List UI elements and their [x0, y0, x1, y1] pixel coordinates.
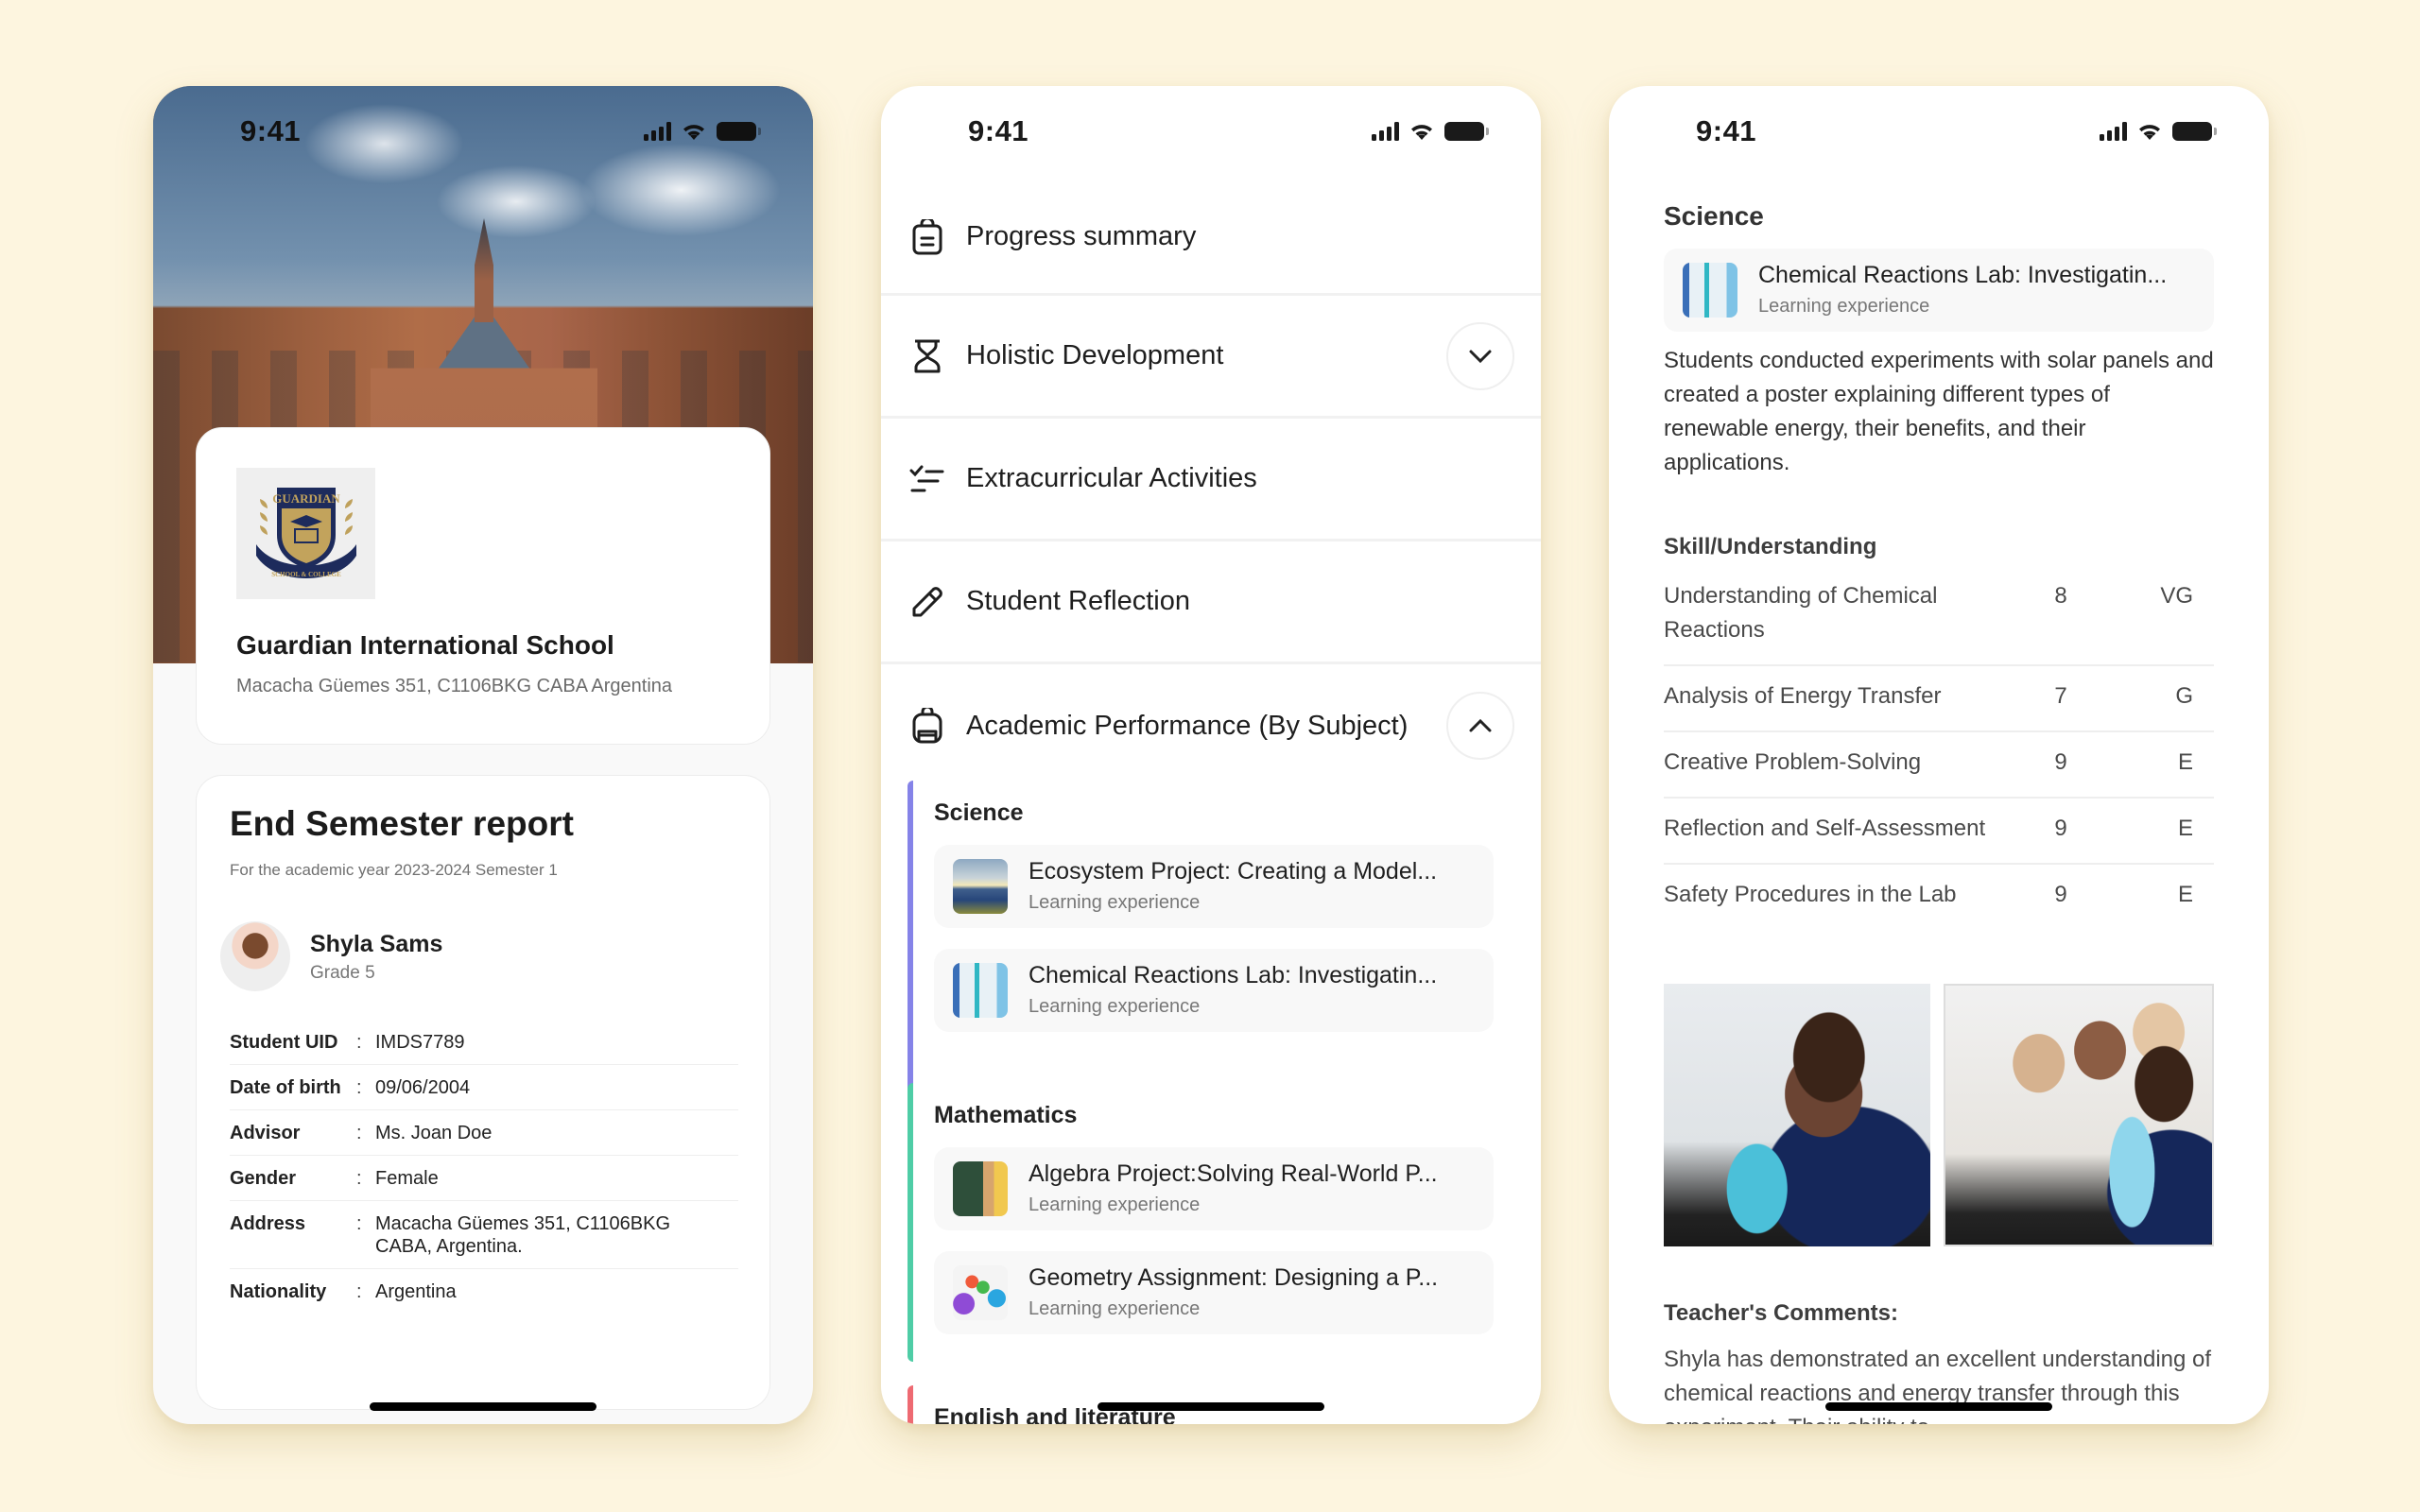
chemistry-lab-thumbnail: [953, 963, 1008, 1018]
student-name: Shyla Sams: [310, 931, 443, 957]
subject-title: Mathematics: [934, 1102, 1078, 1128]
signal-icon: [2100, 122, 2127, 141]
info-row-address: Address : Macacha Güemes 351, C1106BKG C…: [230, 1201, 738, 1269]
menu-item-holistic-development[interactable]: Holistic Development: [881, 296, 1541, 419]
collapse-academic-button[interactable]: [1446, 692, 1514, 760]
skills-table: Understanding of Chemical Reactions 8 VG…: [1664, 579, 2214, 929]
subject-color-bar: [908, 1083, 913, 1362]
teacher-comments-text: Shyla has demonstrated an excellent unde…: [1664, 1347, 2212, 1424]
chevron-up-icon: [1469, 718, 1492, 732]
skills-heading: Skill/Understanding: [1664, 534, 1877, 559]
algebra-thumbnail: [953, 1161, 1008, 1216]
signal-icon: [1372, 122, 1399, 141]
menu-item-extracurricular[interactable]: Extracurricular Activities: [881, 419, 1541, 541]
svg-text:GUARDIAN: GUARDIAN: [272, 491, 340, 506]
status-bar: 9:41: [1609, 86, 2269, 180]
home-indicator[interactable]: [1098, 1402, 1324, 1411]
subject-title: Science: [934, 799, 1024, 826]
report-subtitle: For the academic year 2023-2024 Semester…: [230, 861, 558, 879]
hourglass-icon: [909, 338, 945, 374]
info-row-gender: Gender : Female: [230, 1156, 738, 1201]
report-card: End Semester report For the academic yea…: [196, 775, 770, 1410]
skill-row: Creative Problem-Solving 9 E: [1664, 732, 2214, 799]
menu-item-progress-summary[interactable]: Progress summary: [881, 180, 1541, 296]
info-row-student-uid: Student UID : IMDS7789: [230, 1020, 738, 1065]
student-avatar: [220, 921, 290, 991]
status-time: 9:41: [240, 114, 302, 147]
clipboard-icon: [909, 218, 945, 255]
info-row-nationality: Nationality : Argentina: [230, 1281, 457, 1302]
ecosystem-thumbnail: [953, 859, 1008, 914]
menu-item-student-reflection[interactable]: Student Reflection: [881, 541, 1541, 664]
home-indicator[interactable]: [1825, 1402, 2052, 1411]
skill-row: Analysis of Energy Transfer 7 G: [1664, 666, 2214, 732]
expand-holistic-button[interactable]: [1446, 321, 1514, 390]
section-title: Science: [1664, 201, 1764, 231]
teacher-comments-heading: Teacher's Comments:: [1664, 1300, 1899, 1326]
learning-experience-card[interactable]: Chemical Reactions Lab: Investigatin... …: [934, 949, 1494, 1032]
subject-science: Science Ecosystem Project: Creating a Mo…: [908, 781, 1512, 1125]
battery-icon: [717, 122, 761, 141]
status-time: 9:41: [1696, 114, 1757, 147]
report-section-menu: Progress summary Holistic Development Ex…: [881, 180, 1541, 787]
phone-subject-detail: 9:41 Science Chemical Reactions Lab: Inv…: [1609, 86, 2269, 1424]
subject-color-bar: [908, 781, 913, 1125]
school-logo: GUARDIAN SCHOOL & COLLEGE: [236, 468, 375, 599]
status-bar: 9:41: [881, 86, 1541, 180]
signal-icon: [644, 122, 671, 141]
status-bar: 9:41: [153, 86, 813, 180]
pencil-icon: [909, 584, 945, 620]
svg-text:SCHOOL & COLLEGE: SCHOOL & COLLEGE: [271, 571, 341, 578]
geometry-thumbnail: [953, 1265, 1008, 1320]
status-time: 9:41: [968, 114, 1029, 147]
skill-row: Understanding of Chemical Reactions 8 VG: [1664, 579, 2214, 666]
school-card: GUARDIAN SCHOOL & COLLEGE Guardian Inter…: [196, 427, 770, 745]
learning-experience-card[interactable]: Ecosystem Project: Creating a Model... L…: [934, 845, 1494, 928]
experiment-photo[interactable]: [1944, 984, 2214, 1246]
subject-color-bar: [908, 1385, 913, 1424]
learning-experience-card[interactable]: Geometry Assignment: Designing a P... Le…: [934, 1251, 1494, 1334]
home-indicator[interactable]: [370, 1402, 596, 1411]
crest-icon: GUARDIAN SCHOOL & COLLEGE: [255, 487, 356, 578]
experience-description: Students conducted experiments with sola…: [1664, 348, 2214, 475]
school-name: Guardian International School: [236, 630, 614, 660]
chemistry-lab-thumbnail: [1683, 263, 1737, 318]
student-grade: Grade 5: [310, 963, 375, 983]
backpack-icon: [909, 708, 945, 744]
experiment-photo[interactable]: [1664, 984, 1930, 1246]
report-title: End Semester report: [230, 804, 574, 843]
battery-icon: [1444, 122, 1489, 141]
learning-experience-card[interactable]: Chemical Reactions Lab: Investigatin... …: [1664, 249, 2214, 332]
info-row-date-of-birth: Date of birth : 09/06/2004: [230, 1065, 738, 1110]
phone-report-sections: 9:41 Progress summary Holistic Developme…: [881, 86, 1541, 1424]
battery-icon: [2172, 122, 2217, 141]
subject-mathematics: Mathematics Algebra Project:Solving Real…: [908, 1083, 1512, 1362]
experience-photos: [1664, 984, 2214, 1246]
phone-school-report: 9:41 GUARDIAN SCHOOL & COLLEGE Guardian …: [153, 86, 813, 1424]
wifi-icon: [2139, 125, 2160, 140]
student-info-table: Student UID : IMDS7789 Date of birth : 0…: [230, 1020, 738, 1314]
wifi-icon: [1411, 125, 1432, 140]
skill-row: Reflection and Self-Assessment 9 E: [1664, 799, 2214, 865]
chevron-down-icon: [1469, 350, 1492, 363]
menu-item-academic-performance[interactable]: Academic Performance (By Subject): [881, 664, 1541, 787]
checklist-icon: [909, 461, 945, 497]
info-row-advisor: Advisor : Ms. Joan Doe: [230, 1110, 738, 1156]
school-address: Macacha Güemes 351, C1106BKG CABA Argent…: [236, 676, 673, 696]
wifi-icon: [683, 125, 704, 140]
skill-row: Safety Procedures in the Lab 9 E: [1664, 882, 2193, 907]
learning-experience-card[interactable]: Algebra Project:Solving Real-World P... …: [934, 1147, 1494, 1230]
